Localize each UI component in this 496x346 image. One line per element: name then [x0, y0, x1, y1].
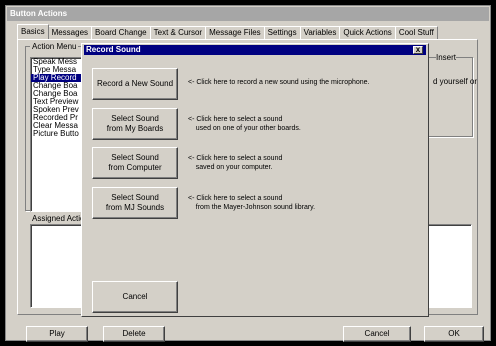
button-actions-window: Button Actions Basics Messages Board Cha… [5, 5, 491, 342]
tab-message-files[interactable]: Message Files [205, 26, 265, 39]
select-from-computer-button[interactable]: Select Sound from Computer [92, 147, 178, 179]
record-new-sound-button[interactable]: Record a New Sound [92, 68, 178, 100]
record-sound-dialog: Record Sound x Record a New Sound <- Cli… [81, 43, 429, 317]
select-from-mj-sounds-description: <- Click here to select a sound from the… [188, 195, 316, 211]
tab-quick-actions[interactable]: Quick Actions [339, 26, 396, 39]
close-button[interactable]: x [413, 46, 423, 54]
tab-text-cursor[interactable]: Text & Cursor [149, 26, 207, 39]
tab-settings[interactable]: Settings [263, 26, 301, 39]
tab-variables[interactable]: Variables [299, 26, 341, 39]
insert-partial-text: d yourself or [433, 77, 478, 86]
select-from-mj-sounds-button[interactable]: Select Sound from MJ Sounds [92, 187, 178, 219]
insert-group [428, 57, 473, 137]
cancel-button[interactable]: Cancel [343, 326, 411, 342]
select-from-computer-description: <- Click here to select a sound saved on… [188, 155, 283, 171]
window-title: Button Actions [7, 7, 489, 21]
tab-basics[interactable]: Basics [17, 24, 49, 39]
record-new-sound-description: <- Click here to record a new sound usin… [188, 79, 370, 86]
action-menu-label: Action Menu [30, 42, 79, 51]
tab-messages[interactable]: Messages [47, 26, 93, 39]
delete-button[interactable]: Delete [103, 326, 165, 342]
dialog-title: Record Sound [84, 45, 426, 55]
play-button[interactable]: Play [26, 326, 88, 342]
dialog-cancel-button[interactable]: Cancel [92, 281, 178, 313]
tab-board-change[interactable]: Board Change [91, 26, 151, 39]
tab-cool-stuff[interactable]: Cool Stuff [394, 26, 438, 39]
tab-strip: Basics Messages Board Change Text & Curs… [17, 24, 438, 40]
insert-label: Insert [436, 53, 457, 62]
select-from-my-boards-button[interactable]: Select Sound from My Boards [92, 108, 178, 140]
select-from-my-boards-description: <- Click here to select a sound used on … [188, 116, 301, 132]
ok-button[interactable]: OK [424, 326, 484, 342]
